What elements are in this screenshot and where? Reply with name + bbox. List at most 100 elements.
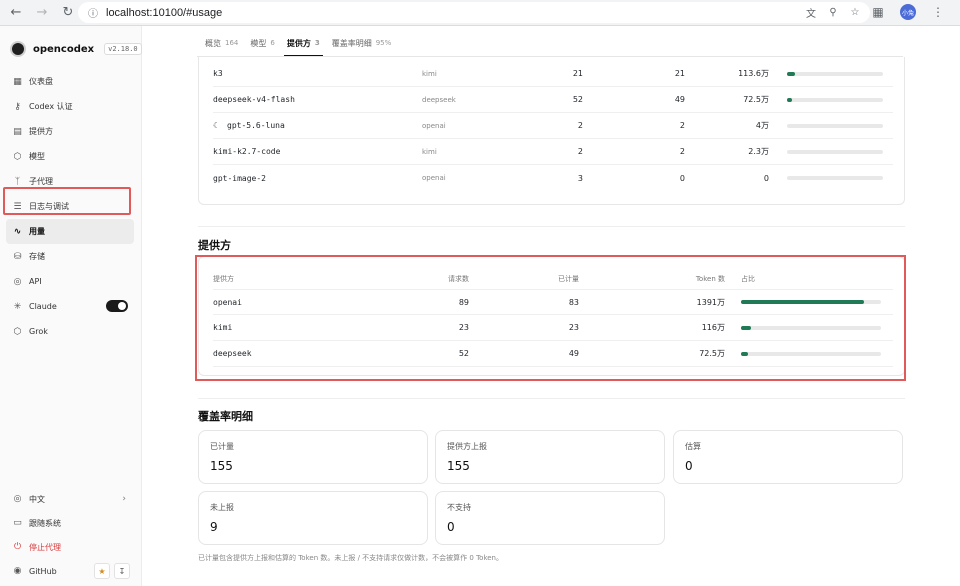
sidebar-item-models[interactable]: ⬡ 模型	[6, 144, 134, 169]
claude-toggle[interactable]	[106, 300, 128, 312]
column-header-requests: 请求数	[448, 275, 469, 283]
download-icon[interactable]: ↧	[114, 563, 130, 579]
activity-icon: ∿	[13, 226, 22, 237]
coverage-footnote: 已计量包含提供方上报和估算的 Token 数。未上报 / 不支持请求仅做计数，不…	[198, 554, 503, 562]
globe-icon: ◎	[13, 276, 22, 287]
model-usage-table: k3 kimi 21 21 113.6万 deepseek-v4-flash d…	[198, 57, 905, 205]
sidebar-item-label: Claude	[29, 302, 57, 311]
metered-count: 21	[674, 69, 685, 78]
share-bar	[787, 123, 883, 128]
sidebar-item-logs[interactable]: ☰ 日志与调试	[6, 194, 134, 219]
sidebar-item-api[interactable]: ◎ API	[6, 269, 134, 294]
metered-count: 49	[568, 349, 579, 358]
moon-icon: ☾	[213, 121, 221, 130]
share-bar	[741, 300, 881, 304]
share-bar-fill	[741, 351, 748, 356]
profile-avatar[interactable]: 小兔	[900, 4, 916, 20]
table-row: deepseek 52 49 72.5万	[213, 341, 893, 367]
column-header-share: 占比	[741, 275, 755, 283]
table-row: openai 89 83 1391万	[213, 289, 893, 315]
sidebar-item-dashboard[interactable]: ▦ 仪表盘	[6, 69, 134, 94]
usage-tabs: 概览 164 模型 6 提供方 3 覆盖率明细 95%	[205, 33, 403, 56]
providers-section-title: 提供方	[198, 239, 231, 252]
table-row: k3 kimi 21 21 113.6万	[213, 61, 893, 87]
tab-coverage[interactable]: 覆盖率明细 95%	[332, 33, 392, 53]
bookmark-star-icon[interactable]: ☆	[848, 5, 862, 19]
translate-icon[interactable]: 文	[804, 5, 818, 20]
tab-count: 164	[225, 39, 239, 47]
sidebar-item-subagents[interactable]: ᛉ 子代理	[6, 169, 134, 194]
request-count: 89	[458, 297, 469, 307]
share-bar-fill	[741, 300, 865, 304]
stat-value: 9	[210, 520, 218, 534]
model-name: deepseek-v4-flash	[213, 95, 295, 104]
table-row: deepseek-v4-flash deepseek 52 49 72.5万	[213, 87, 893, 113]
theme-selector[interactable]: ▭ 跟随系统	[6, 511, 134, 535]
github-link[interactable]: ◉ GitHub ★ ↧	[6, 559, 134, 583]
sidebar-item-grok[interactable]: ⬡ Grok	[6, 319, 134, 344]
sidebar: opencodex v2.18.0 ▦ 仪表盘 ⚷ Codex 认证 ▤ 提供方…	[0, 26, 142, 586]
token-count: 2.3万	[748, 147, 769, 156]
model-name: k3	[213, 69, 223, 78]
reload-icon[interactable]: ↻	[58, 3, 78, 23]
sidebar-item-providers[interactable]: ▤ 提供方	[6, 119, 134, 144]
address-bar[interactable]: ⓘ localhost:10100/#usage 文 ⚲ ☆	[78, 2, 870, 23]
sidebar-item-codex-auth[interactable]: ⚷ Codex 认证	[6, 94, 134, 119]
stat-label: 未上报	[210, 503, 234, 512]
sidebar-item-label: 存储	[29, 252, 45, 261]
model-provider: openai	[422, 121, 446, 130]
language-selector[interactable]: ◎ 中文 ›	[6, 487, 134, 511]
token-count: 72.5万	[743, 95, 769, 104]
model-name: gpt-5.6-luna	[227, 121, 285, 130]
provider-usage-table: 提供方 请求数 已计量 Token 数 占比 openai 89 83 1391…	[198, 256, 905, 376]
request-count: 52	[458, 349, 469, 358]
app-version: v2.18.0	[104, 43, 142, 55]
tab-label: 概览	[205, 38, 221, 48]
tab-count: 6	[270, 39, 275, 47]
sidebar-item-usage[interactable]: ∿ 用量	[6, 219, 134, 244]
section-divider	[198, 226, 905, 227]
tab-providers[interactable]: 提供方 3	[283, 33, 323, 56]
share-bar	[741, 325, 881, 330]
table-row: kimi 23 23 116万	[213, 315, 893, 341]
address-url: localhost:10100/#usage	[106, 6, 223, 19]
site-info-icon[interactable]: ⓘ	[88, 5, 98, 20]
back-icon[interactable]: ←	[6, 3, 26, 23]
share-bar	[741, 351, 881, 356]
tab-overview[interactable]: 概览 164	[205, 33, 238, 53]
sidebar-item-label: 提供方	[29, 127, 53, 136]
coverage-section-title: 覆盖率明细	[198, 410, 253, 423]
stop-proxy-button[interactable]: ⏻ 停止代理	[6, 535, 134, 559]
sidebar-item-label: API	[29, 277, 42, 286]
sidebar-item-claude[interactable]: ✳ Claude	[6, 294, 134, 319]
sidebar-item-storage[interactable]: ⛁ 存储	[6, 244, 134, 269]
zoom-icon[interactable]: ⚲	[826, 5, 840, 19]
app-name: opencodex	[33, 43, 95, 55]
metered-count: 2	[679, 147, 685, 156]
request-count: 3	[577, 173, 583, 183]
stat-card-provider-reported: 提供方上报 155	[435, 430, 665, 484]
share-bar	[787, 97, 883, 102]
tab-models[interactable]: 模型 6	[250, 33, 274, 53]
list-icon: ☰	[13, 201, 22, 212]
provider-name: kimi	[213, 323, 233, 332]
star-icon[interactable]: ★	[94, 563, 110, 579]
power-icon: ⏻	[13, 542, 22, 552]
metered-count: 83	[568, 297, 579, 307]
metered-count: 23	[568, 323, 579, 332]
stat-value: 0	[685, 459, 693, 473]
cube-icon: ⬡	[13, 151, 22, 162]
extensions-icon[interactable]: ▦	[870, 4, 886, 20]
request-count: 52	[572, 95, 583, 104]
stat-label: 不支持	[447, 503, 471, 512]
main-content: 概览 164 模型 6 提供方 3 覆盖率明细 95% k3 kimi 21 21 11…	[143, 26, 960, 586]
forward-icon[interactable]: →	[32, 3, 52, 23]
grid-icon: ▦	[13, 76, 22, 87]
language-label: 中文	[29, 494, 45, 504]
section-divider	[198, 398, 905, 399]
browser-menu-icon[interactable]: ⋮	[930, 4, 946, 20]
metered-count: 49	[674, 95, 685, 104]
share-bar	[787, 176, 883, 180]
model-provider: kimi	[422, 69, 437, 78]
key-icon: ⚷	[14, 101, 21, 112]
